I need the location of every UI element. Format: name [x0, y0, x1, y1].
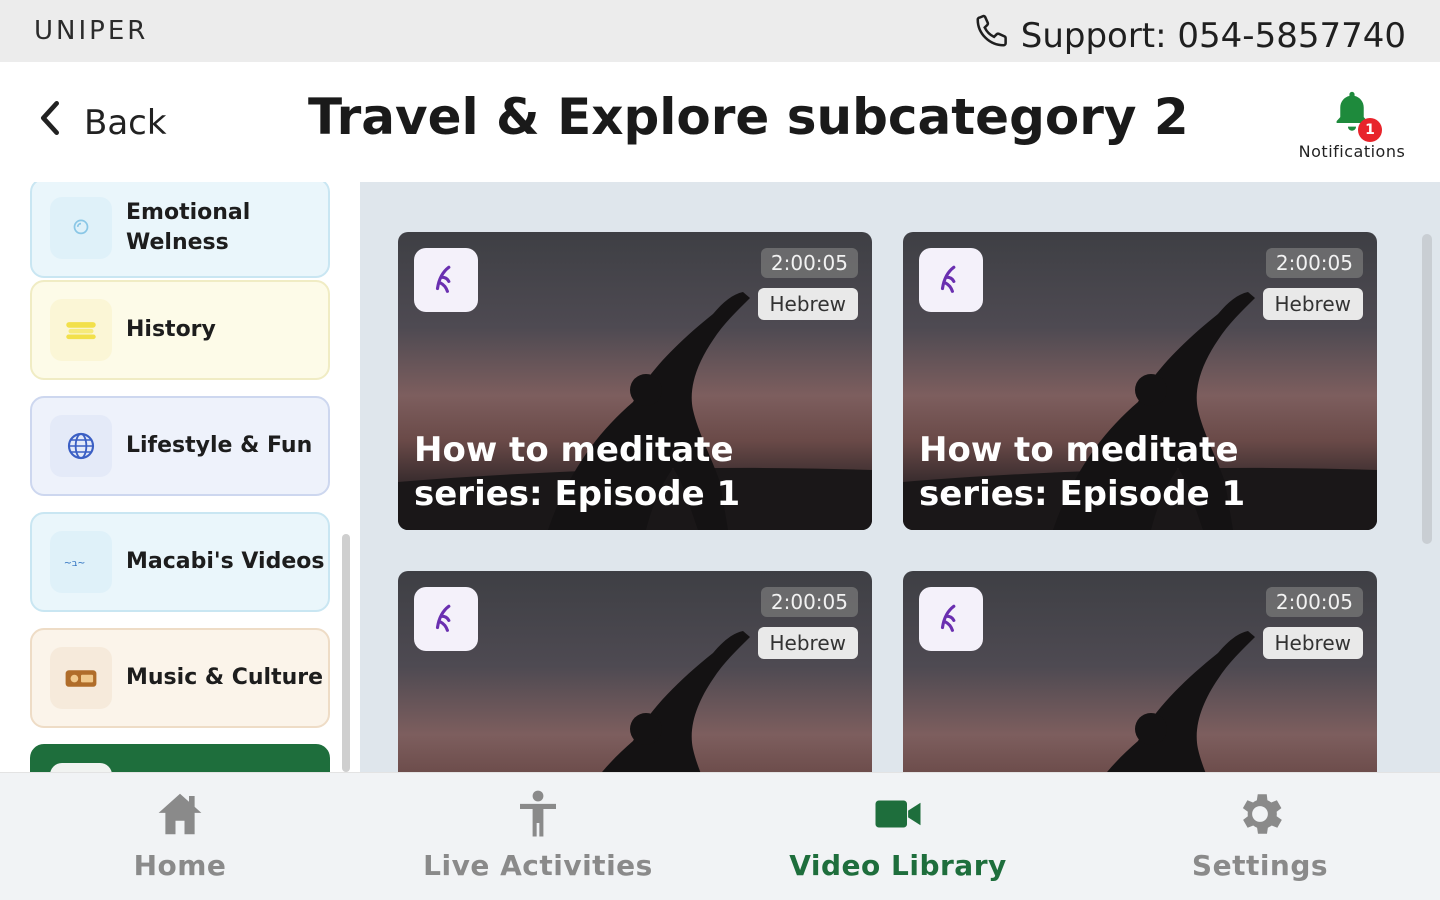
top-bar: UNIPER Support: 054-5857740 [0, 0, 1440, 62]
category-sidebar[interactable]: Emotional Welness History Lifestyle & Fu… [0, 182, 360, 772]
page-title: Travel & Explore subcategory 2 [308, 88, 1189, 146]
sidebar-item-emotional-welness[interactable]: Emotional Welness [30, 182, 330, 278]
tab-live-activities[interactable]: Live Activities [358, 783, 718, 893]
category-icon [50, 763, 112, 772]
page-header: Back Travel & Explore subcategory 2 1 No… [0, 62, 1440, 182]
sidebar-item-lifestyle-fun[interactable]: Lifestyle & Fun [30, 396, 330, 496]
sidebar-item-label: History [126, 317, 216, 342]
video-duration: 2:00:05 [1265, 248, 1363, 278]
chevron-left-icon [34, 98, 66, 147]
phone-icon [973, 12, 1011, 59]
video-title: How to meditate series: Episode 1 [414, 430, 741, 514]
scroll-icon [50, 299, 112, 361]
sidebar-item-label: Lifestyle & Fun [126, 433, 313, 458]
video-duration: 2:00:05 [760, 587, 858, 617]
video-duration: 2:00:05 [760, 248, 858, 278]
video-card[interactable]: 2:00:05 Hebrew [398, 571, 872, 772]
provider-logo-icon [414, 248, 478, 312]
person-icon [358, 787, 718, 841]
sidebar-scrollbar[interactable] [342, 534, 350, 772]
svg-text:~ב~: ~ב~ [64, 558, 85, 569]
sidebar-item-history[interactable]: History [30, 280, 330, 380]
gear-icon [1080, 787, 1440, 841]
notification-count-badge: 1 [1358, 118, 1382, 142]
tab-label: Video Library [789, 849, 1007, 882]
globe-icon [50, 415, 112, 477]
notifications-label: Notifications [1298, 142, 1406, 161]
sidebar-item-music-culture[interactable]: Music & Culture [30, 628, 330, 728]
tab-label: Settings [1191, 849, 1329, 882]
sidebar-item-macabis-videos[interactable]: ~ב~ Macabi's Videos [30, 512, 330, 612]
tab-video-library[interactable]: Video Library [718, 783, 1078, 893]
video-card[interactable]: 2:00:05 Hebrew [903, 571, 1377, 772]
provider-logo-icon [919, 587, 983, 651]
video-camera-icon [718, 787, 1078, 841]
back-label: Back [84, 102, 167, 143]
sidebar-item-label: Emotional Welness [126, 200, 251, 255]
tab-settings[interactable]: Settings [1080, 783, 1440, 893]
video-language-badge: Hebrew [757, 288, 858, 320]
video-language-badge: Hebrew [757, 627, 858, 659]
tab-home[interactable]: Home [0, 783, 360, 893]
provider-logo-icon [919, 248, 983, 312]
sidebar-item-label: Macabi's Videos [126, 549, 325, 574]
video-card[interactable]: 2:00:05 Hebrew How to meditate series: E… [398, 232, 872, 530]
home-icon [0, 787, 360, 841]
video-language-badge: Hebrew [1262, 627, 1363, 659]
macabi-logo-icon: ~ב~ [50, 531, 112, 593]
back-button[interactable]: Back [34, 98, 167, 147]
video-duration: 2:00:05 [1265, 587, 1363, 617]
tab-label: Home [133, 849, 227, 882]
video-card[interactable]: 2:00:05 Hebrew How to meditate series: E… [903, 232, 1377, 530]
radio-icon [50, 647, 112, 709]
tab-label: Live Activities [423, 849, 653, 882]
sidebar-item-selected[interactable] [30, 744, 330, 772]
video-grid: 2:00:05 Hebrew How to meditate series: E… [360, 182, 1440, 772]
video-language-badge: Hebrew [1262, 288, 1363, 320]
head-icon [50, 197, 112, 259]
sidebar-item-label: Music & Culture [126, 665, 324, 690]
provider-logo-icon [414, 587, 478, 651]
content-scrollbar[interactable] [1422, 234, 1432, 544]
video-title: How to meditate series: Episode 1 [919, 430, 1246, 514]
support-contact[interactable]: Support: 054-5857740 [973, 12, 1406, 59]
notifications-button[interactable]: 1 Notifications [1290, 88, 1414, 161]
bottom-navigation: Home Live Activities Video Library Setti… [0, 772, 1440, 900]
support-text: Support: 054-5857740 [1020, 15, 1406, 56]
brand-logo: UNIPER [34, 16, 149, 46]
